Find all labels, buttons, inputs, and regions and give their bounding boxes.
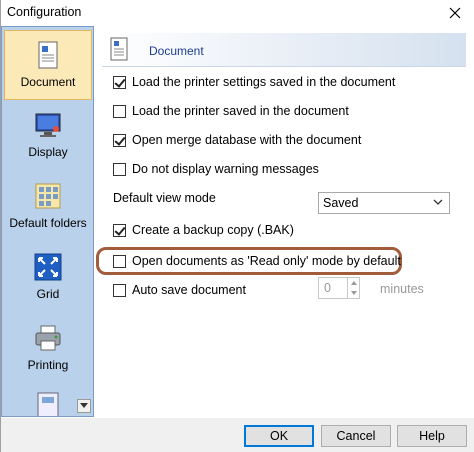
stepper-down-button[interactable] <box>348 288 359 298</box>
no-warnings-option[interactable]: Do not display warning messages <box>113 162 319 176</box>
chevron-up-icon <box>350 281 357 285</box>
default-view-mode-label: Default view mode <box>113 191 216 205</box>
grid-icon <box>34 253 62 281</box>
default-view-mode-value: Saved <box>323 196 359 210</box>
sidebar-item-label: Grid <box>36 287 60 301</box>
ok-button[interactable]: OK <box>244 425 314 447</box>
cancel-button[interactable]: Cancel <box>321 425 391 447</box>
panel-header: Document <box>102 33 466 67</box>
close-button[interactable] <box>435 0 474 26</box>
sidebar-item-printing[interactable]: Printing <box>4 314 92 384</box>
chevron-down-icon <box>350 291 357 295</box>
option-label: Load the printer saved in the document <box>132 104 349 118</box>
option-label: Open merge database with the document <box>132 133 362 147</box>
sidebar-item-grid[interactable]: Grid <box>4 243 92 313</box>
read-only-option[interactable]: Open documents as 'Read only' mode by de… <box>113 254 401 268</box>
sidebar-item-display[interactable]: Display <box>4 101 92 171</box>
title-bar: Configuration <box>1 0 474 26</box>
sidebar-item-document[interactable]: Document <box>4 30 92 100</box>
document-settings-panel: Document Load the printer settings saved… <box>94 26 474 418</box>
sidebar-item-default-folders[interactable]: Default folders <box>4 172 92 242</box>
backup-copy-option[interactable]: Create a backup copy (.BAK) <box>113 223 294 237</box>
auto-save-minutes-value: 0 <box>324 281 331 295</box>
option-label: Load the printer settings saved in the d… <box>132 75 396 89</box>
stepper-buttons <box>347 278 359 298</box>
category-sidebar: Document Display Default folders Grid Pr… <box>1 26 94 417</box>
close-icon <box>449 7 461 19</box>
load-printer-option[interactable]: Load the printer saved in the document <box>113 104 349 118</box>
no-warnings-checkbox[interactable] <box>113 162 126 176</box>
option-label: Open documents as 'Read only' mode by de… <box>132 254 401 268</box>
backup-copy-checkbox[interactable] <box>113 223 126 237</box>
open-merge-database-checkbox[interactable] <box>113 133 126 147</box>
document-icon <box>110 37 128 61</box>
sidebar-item-label: Default folders <box>9 216 87 230</box>
chevron-down-icon <box>80 403 88 408</box>
load-printer-checkbox[interactable] <box>113 104 126 118</box>
chevron-down-icon <box>433 199 443 205</box>
open-merge-database-option[interactable]: Open merge database with the document <box>113 133 361 147</box>
printer-icon <box>35 325 61 351</box>
option-label: Create a backup copy (.BAK) <box>132 223 294 237</box>
sidebar-item-label: Document <box>20 75 76 89</box>
auto-save-minutes-stepper[interactable]: 0 <box>318 277 360 299</box>
dialog-footer: OK Cancel Help <box>1 418 474 452</box>
panel-title: Document <box>149 44 204 58</box>
read-only-checkbox[interactable] <box>113 254 126 268</box>
display-icon <box>35 113 61 137</box>
auto-save-option[interactable]: Auto save document <box>113 283 246 297</box>
configuration-window: Configuration Document Display Default f… <box>0 0 474 452</box>
stepper-up-button[interactable] <box>348 278 359 288</box>
option-label: Auto save document <box>132 283 246 297</box>
option-label: Do not display warning messages <box>132 162 319 176</box>
sidebar-item-label: Display <box>28 145 68 159</box>
window-title: Configuration <box>7 5 82 19</box>
help-button[interactable]: Help <box>397 425 467 447</box>
default-view-mode-select[interactable]: Saved <box>318 192 450 214</box>
auto-save-checkbox[interactable] <box>113 283 126 297</box>
sidebar-item-label: Printing <box>27 358 69 372</box>
minutes-unit-label: minutes <box>380 282 424 296</box>
folders-icon <box>35 183 61 209</box>
document-icon <box>38 41 58 69</box>
partial-sidebar-icon <box>37 392 59 416</box>
sidebar-scroll-down-button[interactable] <box>77 399 91 413</box>
load-printer-settings-checkbox[interactable] <box>113 75 126 89</box>
load-printer-settings-option[interactable]: Load the printer settings saved in the d… <box>113 75 395 89</box>
